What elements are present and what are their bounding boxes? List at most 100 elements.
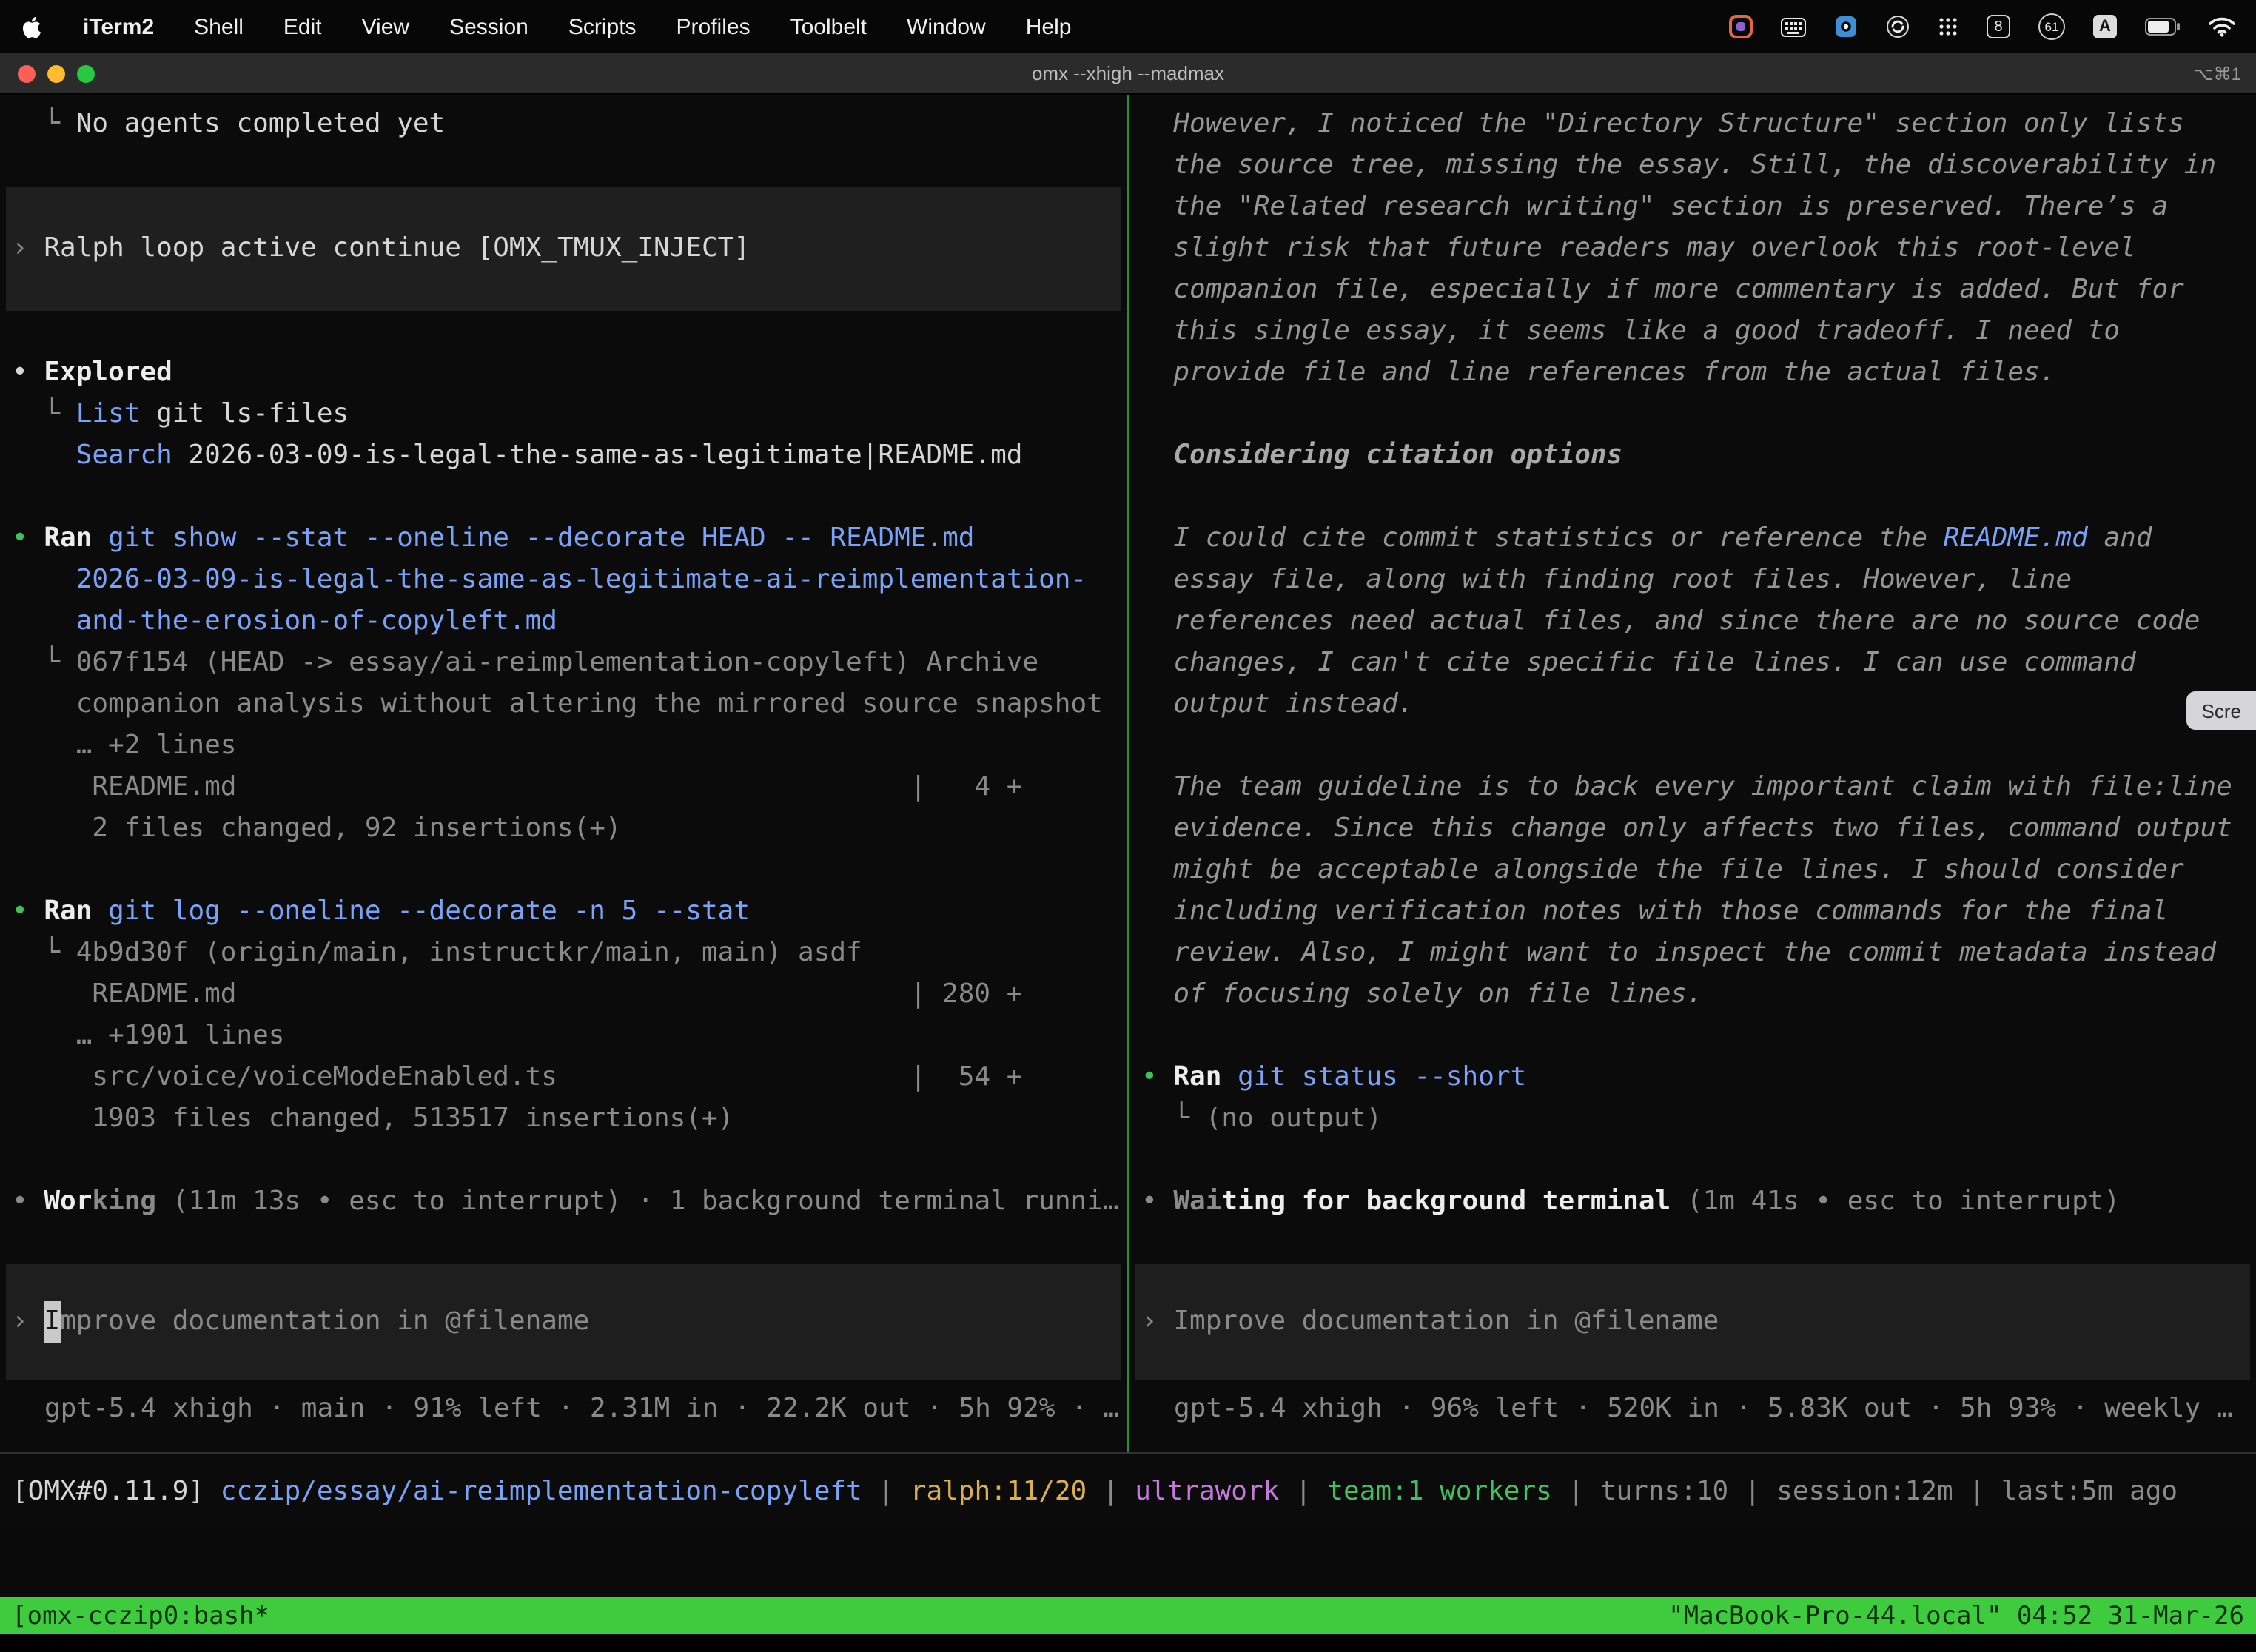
terminal-line: └ No agents completed yet [0,104,1127,145]
terminal-line: references need actual files, and since … [1129,601,2256,642]
terminal-line: might be acceptable alongside the file l… [1129,850,2256,891]
agent-log-left: • Explored └ List git ls-files Search 20… [0,311,1127,1264]
menu-item-help[interactable]: Help [1026,14,1072,39]
screen-recording-icon[interactable] [1729,15,1753,38]
terminal-line: evidence. Since this change only affects… [1129,808,2256,850]
agent-log-right: However, I noticed the "Directory Struct… [1129,104,2256,1264]
terminal-area: └ No agents completed yet › Ralph loop a… [0,95,2256,1452]
menu-item-shell[interactable]: Shell [194,14,244,39]
wifi-icon[interactable] [2209,16,2235,37]
prompt-input-right[interactable]: › Improve documentation in @filename [1135,1264,2250,1380]
terminal-line [1129,1223,2256,1264]
terminal-line: └ 067f154 (HEAD -> essay/ai-reimplementa… [0,642,1127,684]
terminal-line: this single essay, it seems like a good … [1129,311,2256,352]
model-status-left: gpt-5.4 xhigh · main · 91% left · 2.31M … [0,1389,1127,1430]
prompt-chevron: › [1141,1301,1173,1343]
blue-app-icon[interactable] [1834,15,1858,38]
terminal-empty-space [0,1529,2256,1597]
terminal-line: provide file and line references from th… [1129,352,2256,394]
terminal-line [0,145,1127,187]
terminal-line: output instead. [1129,684,2256,725]
model-status-right: gpt-5.4 xhigh · 96% left · 520K in · 5.8… [1129,1389,2256,1430]
terminal-line: └ (no output) [1129,1098,2256,1140]
agent-log-intro: └ No agents completed yet [0,104,1127,187]
menu-item-iterm2[interactable]: iTerm2 [83,14,154,39]
terminal-pane-right[interactable]: However, I noticed the "Directory Struct… [1129,95,2256,1452]
terminal-pane-left[interactable]: └ No agents completed yet › Ralph loop a… [0,95,1127,1452]
terminal-line: └ List git ls-files [0,394,1127,435]
tmux-status-bar: [omx-cczip0:bash* "MacBook-Pro-44.local"… [0,1597,2256,1634]
loop-app-icon[interactable] [1886,15,1910,38]
window-title: omx --xhigh --madmax [0,62,2256,84]
terminal-line: README.md | 280 + [0,974,1127,1015]
terminal-line: changes, I can't cite specific file line… [1129,642,2256,684]
terminal-line [1129,1015,2256,1057]
tmux-session-label: [omx-cczip0:bash* [12,1601,269,1631]
terminal-line [0,477,1127,518]
menu-item-view[interactable]: View [362,14,410,39]
terminal-line: • Ran git status --short [1129,1057,2256,1098]
zoom-button[interactable] [77,64,95,82]
menu-item-window[interactable]: Window [907,14,986,39]
terminal-line [1129,394,2256,435]
prompt-input-left[interactable]: › Improve documentation in @filename [6,1264,1121,1380]
keyboard-icon[interactable] [1781,17,1806,36]
bottom-gap [0,1634,2256,1652]
screen: iTerm2 Shell Edit View Session Scripts P… [0,0,2256,1652]
terminal-line: 1903 files changed, 513517 insertions(+) [0,1098,1127,1140]
input-text: Improve documentation in @filename [1173,1301,1719,1343]
terminal-line: • Explored [0,352,1127,394]
terminal-line: • Ran git show --stat --oneline --decora… [0,518,1127,560]
terminal-line: 2026-03-09-is-legal-the-same-as-legitima… [0,560,1127,601]
menu-item-edit[interactable]: Edit [283,14,322,39]
window-title-bar[interactable]: omx --xhigh --madmax ⌥⌘1 [0,53,2256,95]
terminal-line: of focusing solely on file lines. [1129,974,2256,1015]
menu-item-profiles[interactable]: Profiles [677,14,751,39]
terminal-line [1129,477,2256,518]
menu-item-scripts[interactable]: Scripts [568,14,637,39]
terminal-line: └ 4b9d30f (origin/main, instructkr/main,… [0,933,1127,974]
key-8-icon[interactable]: 8 [1987,15,2010,38]
apple-menu-icon[interactable] [21,16,43,38]
battery-gauge-icon[interactable]: 61 [2038,13,2065,40]
terminal-line: src/voice/voiceModeEnabled.ts | 54 + [0,1057,1127,1098]
terminal-line: However, I noticed the "Directory Struct… [1129,104,2256,145]
menu-item-session[interactable]: Session [449,14,528,39]
terminal-line: essay file, along with finding root file… [1129,560,2256,601]
battery-icon[interactable] [2145,18,2181,36]
text-cursor: I [44,1301,60,1343]
terminal-line: companion analysis without altering the … [0,684,1127,725]
input-source-icon[interactable]: A [2093,15,2117,38]
prompt-chevron: › [12,1301,44,1343]
terminal-line [0,850,1127,891]
terminal-line: I could cite commit statistics or refere… [1129,518,2256,560]
menu-bar: iTerm2 Shell Edit View Session Scripts P… [0,0,2256,53]
terminal-line: … +2 lines [0,725,1127,767]
terminal-line [1129,1140,2256,1181]
tmux-host-clock-label: "MacBook-Pro-44.local" 04:52 31-Mar-26 [1668,1601,2244,1631]
terminal-line [0,1140,1127,1181]
menu-item-toolbelt[interactable]: Toolbelt [790,14,867,39]
menu-bar-status-icons: 8 61 A [1729,13,2235,40]
terminal-line: review. Also, I might want to inspect th… [1129,933,2256,974]
terminal-line: and-the-erosion-of-copyleft.md [0,601,1127,642]
terminal-line: README.md | 4 + [0,767,1127,808]
terminal-line [0,311,1127,352]
terminal-line: Search 2026-03-09-is-legal-the-same-as-l… [0,435,1127,477]
terminal-line [0,1223,1127,1264]
dots-grid-icon[interactable] [1938,16,1958,37]
minimize-button[interactable] [47,64,65,82]
window-controls [0,64,95,82]
terminal-line: • Waiting for background terminal (1m 41… [1129,1181,2256,1223]
ralph-loop-banner: › Ralph loop active continue [OMX_TMUX_I… [6,187,1121,311]
terminal-line [1129,725,2256,767]
terminal-line: The team guideline is to back every impo… [1129,767,2256,808]
omx-status-bar: [OMX#0.11.9] cczip/essay/ai-reimplementa… [0,1452,2256,1529]
terminal-line: slight risk that future readers may over… [1129,228,2256,269]
window-hotkey-label: ⌥⌘1 [2193,63,2256,84]
terminal-line: … +1901 lines [0,1015,1127,1057]
screen-notification[interactable]: Scre [2187,691,2256,730]
terminal-line: • Ran git log --oneline --decorate -n 5 … [0,891,1127,933]
close-button[interactable] [18,64,36,82]
terminal-line: the source tree, missing the essay. Stil… [1129,145,2256,187]
